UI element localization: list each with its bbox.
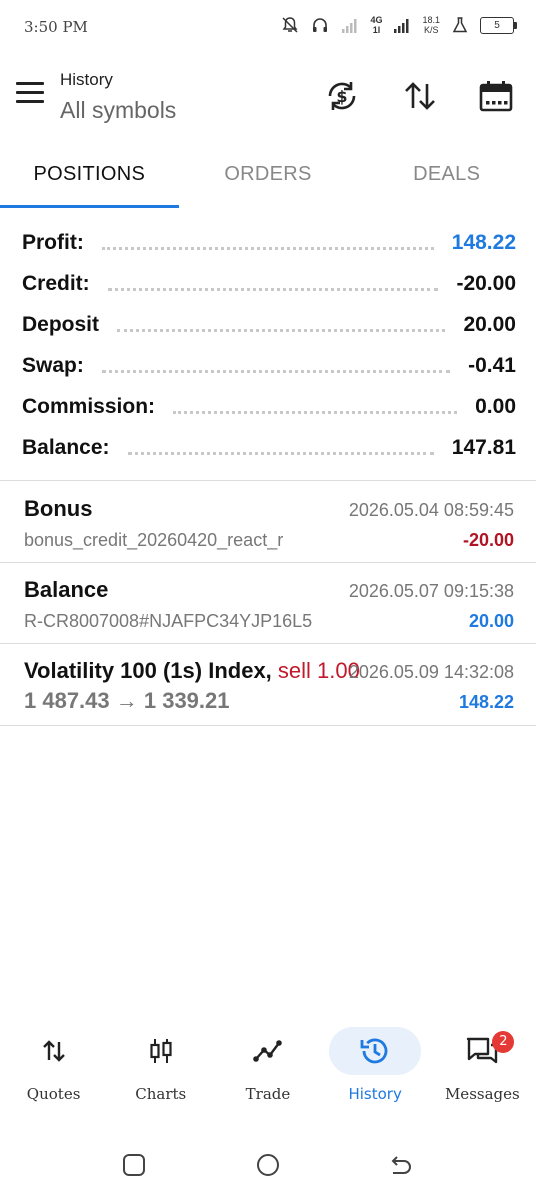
trade-icon bbox=[222, 1027, 314, 1075]
svg-text:$: $ bbox=[336, 87, 347, 106]
nav-label: Quotes bbox=[26, 1085, 81, 1103]
app-bar: History All symbols $ bbox=[0, 56, 536, 148]
status-time: 3:50 PM bbox=[24, 18, 88, 36]
history-tabs: POSITIONS ORDERS DEALS bbox=[0, 148, 536, 208]
system-nav-bar bbox=[0, 1140, 536, 1190]
summary-value: 148.22 bbox=[451, 230, 516, 254]
status-icons: 4G 1l 18.1 K/S 5 bbox=[280, 14, 517, 36]
recent-apps-icon[interactable] bbox=[119, 1150, 149, 1180]
history-icon bbox=[329, 1027, 422, 1075]
nav-history[interactable]: History bbox=[325, 1020, 425, 1120]
status-bar: 3:50 PM 4G 1l 18.1 K/S 5 bbox=[0, 0, 536, 56]
divider bbox=[0, 480, 536, 481]
signal-weak-icon bbox=[340, 14, 360, 36]
network-speed: 18.1 K/S bbox=[422, 15, 440, 35]
deal-side: sell 1.00 bbox=[277, 658, 360, 683]
page-title: History bbox=[60, 70, 113, 89]
summary-value: 147.81 bbox=[451, 435, 516, 459]
summary-row-swap: Swap: -0.41 bbox=[22, 345, 516, 386]
summary-row-credit: Credit: -20.00 bbox=[22, 263, 516, 304]
summary-row-profit: Profit: 148.22 bbox=[22, 222, 516, 263]
summary-value: -20.00 bbox=[456, 271, 516, 295]
summary-panel: Profit: 148.22 Credit: -20.00 Deposit 20… bbox=[22, 222, 516, 468]
messages-badge: 2 bbox=[492, 1031, 515, 1053]
deal-title: Bonus bbox=[24, 496, 93, 521]
tab-orders[interactable]: ORDERS bbox=[179, 148, 358, 208]
deal-time: 2026.05.09 14:32:08 bbox=[348, 662, 514, 682]
deal-comment: bonus_credit_20260420_react_r bbox=[24, 530, 284, 550]
summary-value: 0.00 bbox=[475, 394, 516, 418]
divider bbox=[0, 725, 536, 726]
summary-row-commission: Commission: 0.00 bbox=[22, 386, 516, 427]
deal-comment: R-CR8007008#NJAFPC34YJP16L5 bbox=[24, 611, 313, 631]
home-icon[interactable] bbox=[253, 1150, 283, 1180]
nav-label: Trade bbox=[245, 1085, 291, 1103]
summary-label: Profit: bbox=[22, 230, 84, 254]
symbol-filter[interactable]: All symbols bbox=[60, 97, 176, 124]
battery-icon: 5 bbox=[480, 16, 517, 34]
deal-title: Balance bbox=[24, 577, 109, 602]
tab-positions[interactable]: POSITIONS bbox=[0, 148, 179, 208]
summary-value: 20.00 bbox=[463, 312, 516, 336]
network-type: 4G 1l bbox=[370, 15, 383, 35]
deal-row[interactable]: Bonus 2026.05.04 08:59:45 bonus_credit_2… bbox=[24, 482, 514, 562]
summary-label: Deposit bbox=[22, 312, 100, 336]
messages-icon: 2 bbox=[436, 1027, 528, 1075]
currency-exchange-icon[interactable]: $ bbox=[322, 76, 362, 116]
sort-icon[interactable] bbox=[400, 76, 440, 116]
calendar-icon[interactable] bbox=[476, 76, 516, 116]
tab-deals[interactable]: DEALS bbox=[357, 148, 536, 208]
summary-label: Credit: bbox=[22, 271, 90, 295]
nav-trade[interactable]: Trade bbox=[218, 1020, 318, 1120]
summary-label: Balance: bbox=[22, 435, 110, 459]
deal-row[interactable]: Volatility 100 (1s) Index, sell 1.00 202… bbox=[24, 644, 514, 724]
deal-time: 2026.05.04 08:59:45 bbox=[348, 500, 514, 520]
nav-messages[interactable]: 2 Messages bbox=[432, 1020, 532, 1120]
bottom-nav: Quotes Charts Trade History 2 Messages bbox=[0, 1020, 536, 1120]
flask-icon bbox=[450, 14, 470, 36]
nav-label: Charts bbox=[135, 1085, 187, 1103]
summary-row-balance: Balance: 147.81 bbox=[22, 427, 516, 468]
deal-amount: 148.22 bbox=[458, 692, 514, 712]
notifications-muted-icon bbox=[280, 14, 300, 36]
nav-charts[interactable]: Charts bbox=[111, 1020, 211, 1120]
deal-time: 2026.05.07 09:15:38 bbox=[348, 581, 514, 601]
nav-quotes[interactable]: Quotes bbox=[4, 1020, 104, 1120]
deal-amount: 20.00 bbox=[468, 611, 514, 631]
signal-strong-icon bbox=[392, 14, 412, 36]
charts-icon bbox=[115, 1027, 207, 1075]
summary-label: Swap: bbox=[22, 353, 84, 377]
summary-label: Commission: bbox=[22, 394, 156, 418]
nav-label: History bbox=[348, 1085, 402, 1103]
nav-label: Messages bbox=[444, 1085, 520, 1103]
headphones-icon bbox=[310, 14, 330, 36]
summary-row-deposit: Deposit 20.00 bbox=[22, 304, 516, 345]
summary-value: -0.41 bbox=[468, 353, 516, 377]
menu-icon[interactable] bbox=[16, 82, 44, 104]
quotes-icon bbox=[8, 1027, 100, 1075]
deal-amount: -20.00 bbox=[462, 530, 514, 550]
deal-prices: 1 487.43 → 1 339.21 bbox=[24, 688, 230, 713]
deal-row[interactable]: Balance 2026.05.07 09:15:38 R-CR8007008#… bbox=[24, 563, 514, 643]
deal-title: Volatility 100 (1s) Index, sell 1.00 bbox=[24, 658, 360, 683]
back-icon[interactable] bbox=[386, 1150, 416, 1180]
